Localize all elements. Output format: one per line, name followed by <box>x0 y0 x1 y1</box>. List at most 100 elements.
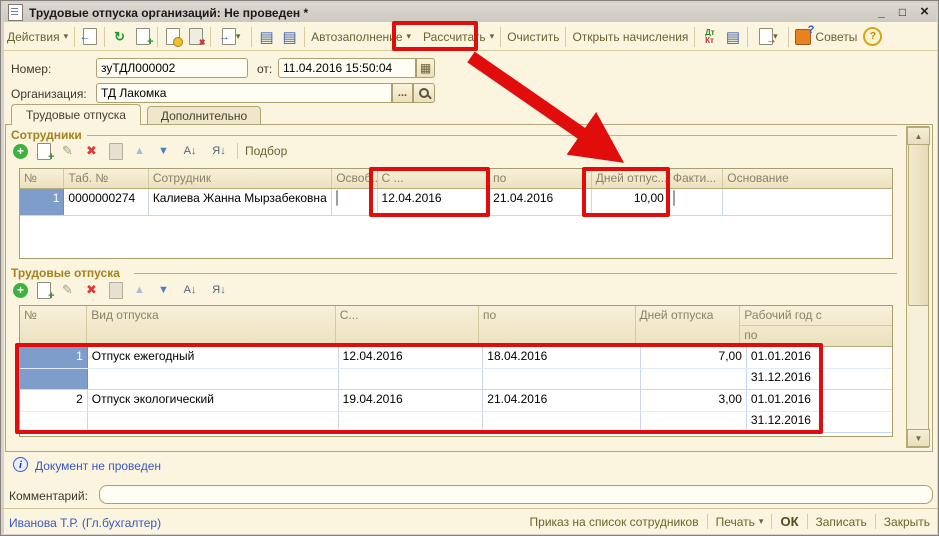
move-down-icon[interactable]: ▼ <box>155 143 172 159</box>
sort-asc-icon[interactable]: А↓ <box>179 143 201 159</box>
employees-toolbar: + + ✎ ✖ ▲ ▼ А↓ Я↓ Подбор <box>13 143 287 159</box>
footer-buttons: Приказ на список сотрудников Печать▾ ОК … <box>530 514 930 529</box>
organization-input[interactable]: ТД Лакомка <box>96 83 392 103</box>
copy-row-icon[interactable]: + <box>35 282 52 298</box>
col-tab-num: Таб. № <box>64 169 148 188</box>
autofill-button[interactable]: Автозаполнение▾ <box>311 30 411 44</box>
calendar-button[interactable]: ▦ <box>416 58 435 78</box>
main-toolbar: Действия▾ ← ↻ + ✖ →▾ ▤ ▤ Автозаполнение▾… <box>7 25 882 48</box>
actions-button[interactable]: Действия▾ <box>7 30 68 44</box>
col-num: № <box>20 306 87 346</box>
cell-tab-num[interactable]: 0000000274 <box>64 189 148 215</box>
magnifier-icon <box>418 87 431 100</box>
cell-num[interactable]: 1 <box>20 189 64 215</box>
advice-book-icon: ? <box>795 29 811 45</box>
scroll-down-button[interactable]: ▼ <box>907 429 930 447</box>
sort-asc-icon[interactable]: А↓ <box>179 282 201 298</box>
scroll-thumb[interactable] <box>908 144 929 306</box>
down-arrow-icon: ▼ <box>915 434 923 443</box>
scroll-up-button[interactable]: ▲ <box>907 127 930 145</box>
minimize-button[interactable]: _ <box>873 4 890 19</box>
cell-actual[interactable] <box>669 189 723 215</box>
cell-basis[interactable] <box>723 189 892 215</box>
advice-button[interactable]: ? Советы <box>795 29 857 45</box>
close-button[interactable]: × <box>916 4 933 19</box>
print-button[interactable]: Печать▾ <box>716 515 764 529</box>
calendar-icon: ▦ <box>420 61 431 75</box>
comment-label: Комментарий: <box>9 489 88 503</box>
leave-row[interactable]: 2 Отпуск экологический 19.04.2016 21.04.… <box>20 390 892 433</box>
sort-desc-icon[interactable]: Я↓ <box>208 143 230 159</box>
chevron-down-icon: ▾ <box>490 31 495 42</box>
pick-button[interactable]: Подбор <box>245 144 287 158</box>
close-form-button[interactable]: Закрыть <box>884 515 930 529</box>
document-window: Трудовые отпуска организаций: Не проведе… <box>0 0 939 536</box>
write-button[interactable]: Записать <box>816 515 867 529</box>
number-input[interactable]: зуТДЛ000002 <box>96 58 248 78</box>
write-document-icon[interactable]: ← <box>81 29 98 45</box>
employee-row[interactable]: 1 0000000274 Калиева Жанна Мырзабековна … <box>20 189 892 216</box>
choose-button[interactable]: ... <box>392 83 413 103</box>
col-release: Освоб... <box>332 169 377 188</box>
employees-table: № Таб. № Сотрудник Освоб... С ... по Дне… <box>19 168 893 259</box>
list-rows-icon[interactable]: ▤ <box>258 29 275 45</box>
clear-button[interactable]: Очистить <box>507 30 559 44</box>
move-down-icon[interactable]: ▼ <box>155 282 172 298</box>
cell-employee[interactable]: Калиева Жанна Мырзабековна ... <box>149 189 332 215</box>
cell-from[interactable]: 12.04.2016 <box>378 189 490 215</box>
cell-vacation-days[interactable]: 10,00 <box>592 189 669 215</box>
datetime-input[interactable]: 11.04.2016 15:50:04 <box>278 58 416 78</box>
order-employee-list-button[interactable]: Приказ на список сотрудников <box>530 515 699 529</box>
add-row-icon[interactable]: + <box>13 144 28 159</box>
go-to-icon[interactable]: →▾ <box>217 29 245 45</box>
footer-divider <box>1 508 939 509</box>
status-text: Документ не проведен <box>35 459 161 473</box>
chevron-down-icon: ▾ <box>407 31 412 42</box>
copy-row-icon[interactable]: + <box>35 143 52 159</box>
organization-label: Организация: <box>11 87 87 101</box>
col-to: по <box>479 306 635 346</box>
col-vacation-days: Дней отпус... <box>592 169 669 188</box>
ok-button[interactable]: ОК <box>780 514 798 529</box>
open-accruals-button[interactable]: Открыть начисления <box>572 30 688 44</box>
refresh-icon[interactable]: ↻ <box>111 29 128 45</box>
delete-row-icon[interactable]: ✖ <box>83 143 100 159</box>
col-num: № <box>20 169 64 188</box>
edit-row-icon[interactable]: ✎ <box>59 282 76 298</box>
list-settings-icon[interactable]: ▤ <box>281 29 298 45</box>
sort-desc-icon[interactable]: Я↓ <box>208 282 230 298</box>
delete-row-icon[interactable]: ✖ <box>83 282 100 298</box>
document-icon[interactable] <box>8 4 23 21</box>
leave-row[interactable]: 1 Отпуск ежегодный 12.04.2016 18.04.2016… <box>20 347 892 390</box>
number-label: Номер: <box>11 62 51 76</box>
add-row-icon[interactable]: + <box>13 283 28 298</box>
copy-arrow-icon[interactable]: →▾ <box>754 29 782 45</box>
copy-document-icon[interactable]: + <box>134 29 151 45</box>
move-up-icon[interactable]: ▲ <box>131 282 148 298</box>
leaves-table: № Вид отпуска С... по Дней отпуска Рабоч… <box>19 305 893 437</box>
release-checkbox[interactable] <box>336 190 338 206</box>
cell-release[interactable] <box>332 189 377 215</box>
leaves-table-header: № Вид отпуска С... по Дней отпуска Рабоч… <box>20 306 892 347</box>
comment-input[interactable] <box>99 485 933 504</box>
post-document-icon[interactable] <box>164 29 181 45</box>
end-edit-icon[interactable] <box>107 143 124 159</box>
tab-labor-leaves[interactable]: Трудовые отпуска <box>11 104 141 125</box>
col-basis: Основание <box>723 169 892 188</box>
move-up-icon[interactable]: ▲ <box>131 143 148 159</box>
maximize-button[interactable]: □ <box>894 4 911 19</box>
help-icon[interactable]: ? <box>863 27 882 46</box>
end-edit-icon[interactable] <box>107 282 124 298</box>
actual-checkbox[interactable] <box>673 190 675 206</box>
calculate-button[interactable]: Рассчитать▾ <box>423 30 494 44</box>
cell-to[interactable]: 21.04.2016 <box>489 189 592 215</box>
tab-additional[interactable]: Дополнительно <box>147 106 261 124</box>
unpost-document-icon[interactable]: ✖ <box>187 29 204 45</box>
vertical-scrollbar[interactable]: ▲ ▼ <box>906 126 929 448</box>
report-icon[interactable]: ▤ <box>724 29 741 45</box>
dt-kt-icon[interactable]: ДтКт <box>701 29 718 45</box>
open-button[interactable] <box>413 83 435 103</box>
chevron-down-icon: ▾ <box>236 31 241 42</box>
employees-section-title: Сотрудники <box>11 128 82 142</box>
edit-row-icon[interactable]: ✎ <box>59 143 76 159</box>
